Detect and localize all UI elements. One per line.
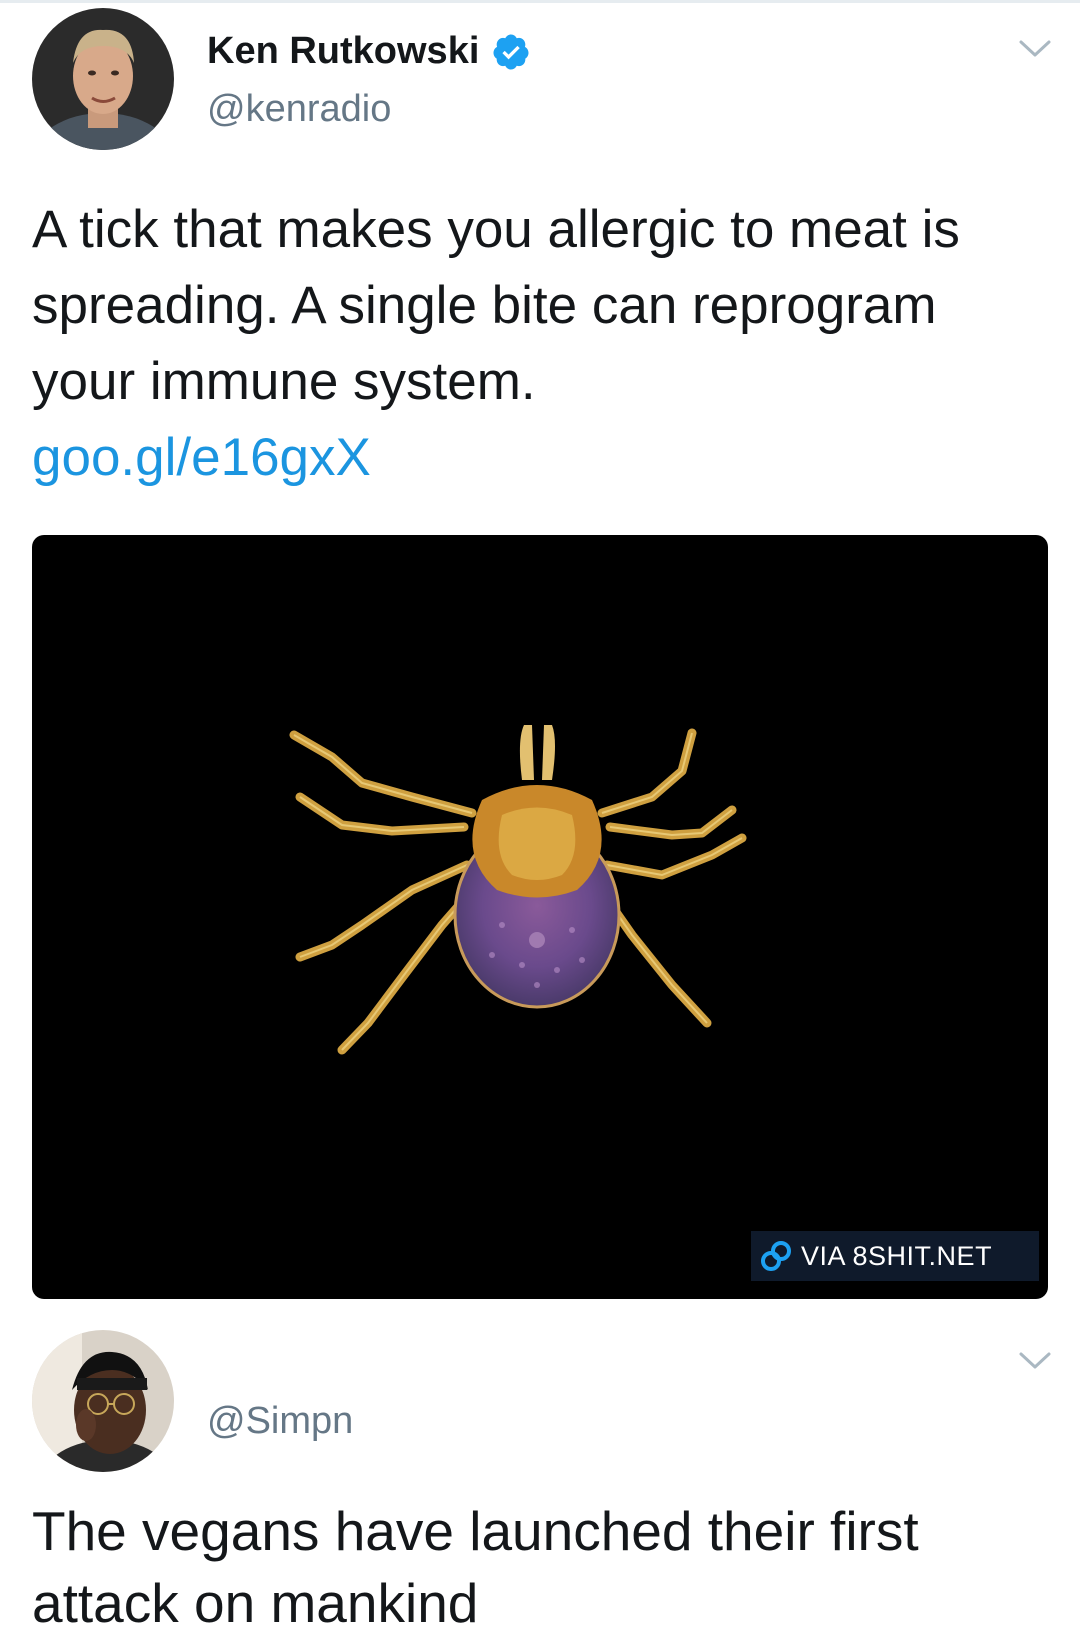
tweet-body: A tick that makes you allergic to meat i… xyxy=(32,200,960,411)
tweet-link[interactable]: goo.gl/e16gxX xyxy=(32,420,1042,496)
tweet[interactable]: Ken Rutkowski @kenradio A tick that make… xyxy=(0,0,1080,1310)
author-display-name[interactable]: Ken Rutkowski xyxy=(207,30,479,73)
chevron-down-icon[interactable] xyxy=(1018,38,1052,60)
tweet-text: A tick that makes you allergic to meat i… xyxy=(32,192,1042,496)
author-handle[interactable]: @kenradio xyxy=(207,88,391,131)
tick-photo xyxy=(289,725,747,1055)
author-name-row[interactable]: Ken Rutkowski xyxy=(207,30,531,73)
tweet-media-image[interactable]: VIA 8SHIT.NET xyxy=(32,535,1048,1299)
link-chain-icon xyxy=(761,1241,791,1271)
verified-badge-icon xyxy=(493,34,529,69)
watermark-text: VIA 8SHIT.NET xyxy=(801,1240,993,1271)
avatar[interactable] xyxy=(32,1330,174,1472)
reply-tweet[interactable]: @Simpn The vegans have launched their fi… xyxy=(0,1310,1080,1645)
chevron-down-icon[interactable] xyxy=(1018,1350,1052,1372)
tweet-text: The vegans have launched their first att… xyxy=(32,1500,919,1634)
avatar[interactable] xyxy=(32,8,174,150)
author-handle[interactable]: @Simpn xyxy=(207,1400,353,1443)
watermark-badge: VIA 8SHIT.NET xyxy=(751,1231,1039,1281)
